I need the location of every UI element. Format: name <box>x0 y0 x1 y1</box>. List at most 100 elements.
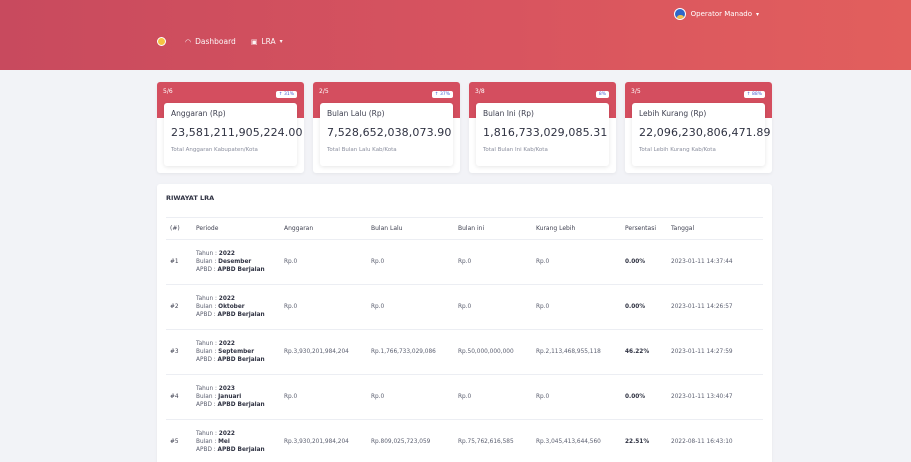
row-anggaran: Rp.3,930,201,984,204 <box>280 419 367 462</box>
column-header: Anggaran <box>280 217 367 240</box>
table-row[interactable]: #3 Tahun : 2022 Bulan : September APBD : A… <box>166 329 763 375</box>
column-header: Persentasi <box>621 217 667 240</box>
column-header: Bulan ini <box>454 217 532 240</box>
period-year: 2023 <box>218 386 235 392</box>
card-content: Anggaran (Rp) 23,581,211,905,224.00 Tota… <box>164 103 303 166</box>
row-number: #1 <box>166 239 192 285</box>
period-apbd: APBD Berjalan <box>217 312 265 318</box>
card-bulan-lalu: 2/5 ↑ 37% Bulan Lalu (Rp) 7,528,652,038,… <box>313 82 460 173</box>
card-content: Bulan Lalu (Rp) 7,528,652,038,073.90 Tot… <box>320 103 453 166</box>
home-icon[interactable] <box>157 37 166 46</box>
period-apbd: APBD Berjalan <box>217 357 265 363</box>
card-count: 3/5 <box>631 88 641 95</box>
briefcase-icon: ▣ <box>250 37 258 46</box>
row-period: Tahun : 2022 Bulan : September APBD : APBD… <box>192 329 280 375</box>
row-bulan-ini: Rp.0 <box>454 284 532 330</box>
row-number: #4 <box>166 374 192 420</box>
card-title: Anggaran (Rp) <box>171 109 226 118</box>
row-persentasi: 0.00% <box>621 284 667 330</box>
card-value: 23,581,211,905,224.00 <box>171 126 303 139</box>
row-persentasi: 46.22% <box>621 329 667 375</box>
period-year: 2022 <box>218 341 235 347</box>
column-header: Tanggal <box>667 217 763 240</box>
card-count: 5/6 <box>163 88 173 95</box>
row-persentasi: 22.51% <box>621 419 667 462</box>
row-bulan-lalu: Rp.0 <box>367 239 454 285</box>
row-bulan-ini: Rp.50,000,000,000 <box>454 329 532 375</box>
row-period: Tahun : 2023 Bulan : Januari APBD : APBD B… <box>192 374 280 420</box>
table-row[interactable]: #5 Tahun : 2022 Bulan : Mei APBD : APBD Be… <box>166 419 763 462</box>
row-bulan-ini: Rp.0 <box>454 239 532 285</box>
riwayat-table: (#) Periode Anggaran Bulan Lalu Bulan in… <box>166 217 763 462</box>
main-nav: ◠ Dashboard ▣ LRA ▾ <box>157 37 298 46</box>
nav-lra-label: LRA <box>261 37 276 46</box>
nav-dashboard[interactable]: ◠ Dashboard <box>185 37 236 46</box>
card-title: Lebih Kurang (Rp) <box>639 109 707 118</box>
row-anggaran: Rp.0 <box>280 284 367 330</box>
row-tanggal: 2023-01-11 14:27:59 <box>667 329 763 375</box>
column-header: (#) <box>166 217 192 240</box>
nav-dashboard-label: Dashboard <box>195 37 236 46</box>
card-badge: 8% <box>595 91 609 98</box>
card-value: 1,816,733,029,085.31 <box>483 126 608 139</box>
card-lebih-kurang: 3/5 ↑ 88% Lebih Kurang (Rp) 22,096,230,8… <box>625 82 772 173</box>
chevron-down-icon: ▾ <box>755 10 759 18</box>
card-subtitle: Total Bulan Ini Kab/Kota <box>483 147 548 153</box>
row-bulan-lalu: Rp.0 <box>367 284 454 330</box>
column-header: Periode <box>192 217 280 240</box>
row-period: Tahun : 2022 Bulan : Desember APBD : APBD … <box>192 239 280 285</box>
period-month: Oktober <box>218 304 245 310</box>
period-year: 2022 <box>218 251 235 257</box>
period-month: Januari <box>218 394 242 400</box>
card-value: 22,096,230,806,471.89 <box>639 126 771 139</box>
row-bulan-ini: Rp.75,762,616,585 <box>454 419 532 462</box>
row-number: #3 <box>166 329 192 375</box>
row-kurang-lebih: Rp.3,045,413,644,560 <box>532 419 621 462</box>
panel-title: RIWAYAT LRA <box>166 194 215 202</box>
row-number: #5 <box>166 419 192 462</box>
row-bulan-lalu: Rp.809,025,723,059 <box>367 419 454 462</box>
table-row[interactable]: #4 Tahun : 2023 Bulan : Januari APBD : APB… <box>166 374 763 420</box>
row-kurang-lebih: Rp.2,113,468,955,118 <box>532 329 621 375</box>
card-count: 2/5 <box>319 88 329 95</box>
row-period: Tahun : 2022 Bulan : Oktober APBD : APBD B… <box>192 284 280 330</box>
user-menu[interactable]: Operator Manado ▾ <box>673 8 759 20</box>
card-anggaran: 5/6 ↑ 31% Anggaran (Rp) 23,581,211,905,2… <box>157 82 304 173</box>
row-tanggal: 2023-01-11 14:37:44 <box>667 239 763 285</box>
card-title: Bulan Lalu (Rp) <box>327 109 385 118</box>
card-subtitle: Total Bulan Lalu Kab/Kota <box>327 147 397 153</box>
row-bulan-ini: Rp.0 <box>454 374 532 420</box>
row-anggaran: Rp.3,930,201,984,204 <box>280 329 367 375</box>
period-year: 2022 <box>218 431 235 437</box>
row-kurang-lebih: Rp.0 <box>532 284 621 330</box>
row-period: Tahun : 2022 Bulan : Mei APBD : APBD Berja… <box>192 419 280 462</box>
period-apbd: APBD Berjalan <box>217 447 265 453</box>
table-row[interactable]: #2 Tahun : 2022 Bulan : Oktober APBD : APB… <box>166 284 763 330</box>
period-apbd: APBD Berjalan <box>217 402 265 408</box>
card-content: Lebih Kurang (Rp) 22,096,230,806,471.89 … <box>632 103 771 166</box>
card-title: Bulan Ini (Rp) <box>483 109 534 118</box>
card-bulan-ini: 3/8 8% Bulan Ini (Rp) 1,816,733,029,085.… <box>469 82 616 173</box>
top-header: Operator Manado ▾ ◠ Dashboard ▣ LRA ▾ <box>0 0 911 70</box>
row-kurang-lebih: Rp.0 <box>532 374 621 420</box>
row-bulan-lalu: Rp.0 <box>367 374 454 420</box>
period-apbd: APBD Berjalan <box>217 267 265 273</box>
card-content: Bulan Ini (Rp) 1,816,733,029,085.31 Tota… <box>476 103 609 166</box>
row-number: #2 <box>166 284 192 330</box>
period-month: Desember <box>218 259 252 265</box>
card-badge: ↑ 31% <box>275 91 297 98</box>
row-tanggal: 2023-01-11 14:26:57 <box>667 284 763 330</box>
nav-lra[interactable]: ▣ LRA ▾ <box>251 37 283 46</box>
chevron-down-icon: ▾ <box>279 38 283 45</box>
card-subtitle: Total Lebih Kurang Kab/Kota <box>639 147 716 153</box>
card-badge: ↑ 88% <box>743 91 765 98</box>
card-count: 3/8 <box>475 88 485 95</box>
table-row[interactable]: #1 Tahun : 2022 Bulan : Desember APBD : AP… <box>166 239 763 285</box>
avatar <box>673 8 686 20</box>
row-bulan-lalu: Rp.1,766,733,029,086 <box>367 329 454 375</box>
card-badge: ↑ 37% <box>431 91 453 98</box>
row-kurang-lebih: Rp.0 <box>532 239 621 285</box>
riwayat-lra-panel: RIWAYAT LRA (#) Periode Anggaran Bulan L… <box>157 184 772 462</box>
user-name: Operator Manado <box>690 10 752 18</box>
period-month: September <box>218 349 255 355</box>
